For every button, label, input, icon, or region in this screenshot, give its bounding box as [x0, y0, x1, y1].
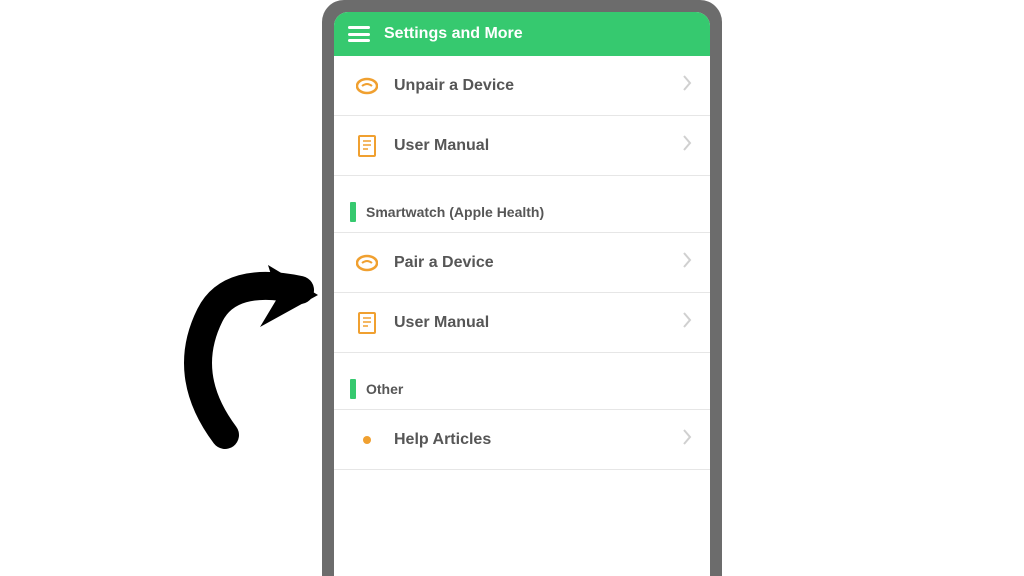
section-header-smartwatch: Smartwatch (Apple Health)	[334, 176, 710, 233]
link-icon	[356, 75, 378, 97]
phone-frame: Settings and More Unpair a Device User M…	[322, 0, 722, 576]
item-label: Help Articles	[394, 431, 666, 449]
page-title: Settings and More	[384, 25, 523, 43]
app-header: Settings and More	[334, 12, 710, 56]
doc-icon	[356, 312, 378, 334]
user-manual-item-2[interactable]: User Manual	[334, 293, 710, 353]
unpair-device-item[interactable]: Unpair a Device	[334, 56, 710, 116]
hamburger-menu-icon[interactable]	[348, 26, 370, 42]
chevron-right-icon	[682, 251, 692, 274]
section-marker	[350, 202, 356, 222]
pair-device-item[interactable]: Pair a Device	[334, 233, 710, 293]
item-label: User Manual	[394, 314, 666, 332]
settings-list: Unpair a Device User Manual Smartwatch (…	[334, 56, 710, 576]
phone-screen: Settings and More Unpair a Device User M…	[334, 12, 710, 576]
doc-icon	[356, 135, 378, 157]
chevron-right-icon	[682, 134, 692, 157]
arrow-annotation-icon	[150, 235, 350, 455]
item-label: Unpair a Device	[394, 77, 666, 95]
chevron-right-icon	[682, 428, 692, 451]
bullet-icon	[356, 429, 378, 451]
help-articles-item[interactable]: Help Articles	[334, 410, 710, 470]
item-label: User Manual	[394, 137, 666, 155]
section-marker	[350, 379, 356, 399]
chevron-right-icon	[682, 311, 692, 334]
section-label: Smartwatch (Apple Health)	[366, 204, 544, 220]
item-label: Pair a Device	[394, 254, 666, 272]
user-manual-item-1[interactable]: User Manual	[334, 116, 710, 176]
section-label: Other	[366, 381, 403, 397]
link-icon	[356, 252, 378, 274]
chevron-right-icon	[682, 74, 692, 97]
section-header-other: Other	[334, 353, 710, 410]
